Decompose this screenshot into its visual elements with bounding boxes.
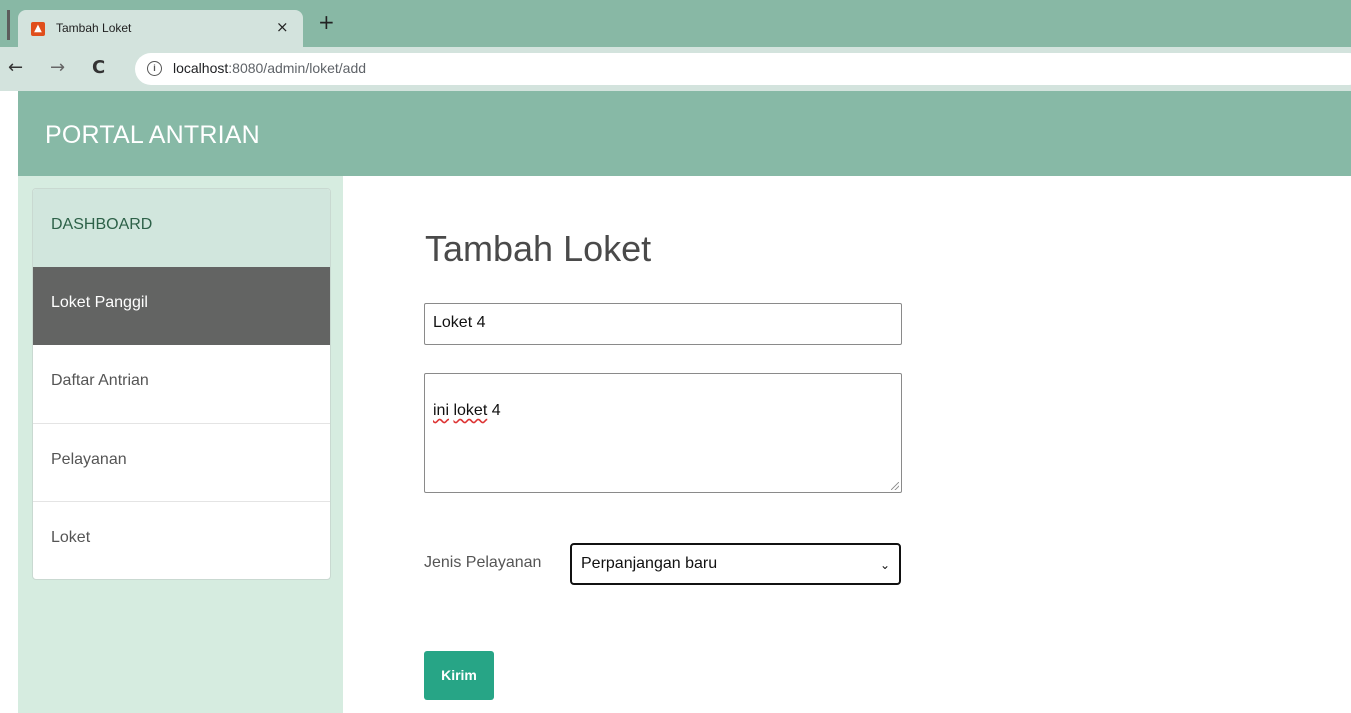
sidebar: DASHBOARD Loket Panggil Daftar Antrian P…	[18, 176, 343, 713]
sidebar-menu: DASHBOARD Loket Panggil Daftar Antrian P…	[32, 188, 331, 580]
url-host: localhost	[173, 60, 229, 76]
chevron-down-icon: ⌄	[879, 558, 890, 572]
window-edge	[7, 10, 10, 40]
new-tab-icon[interactable]: +	[318, 12, 335, 32]
spellcheck-word: loket	[453, 402, 488, 419]
main-content: Tambah Loket Loket 4 ini loket 4 Jenis P…	[343, 176, 1351, 713]
brand-title[interactable]: PORTAL ANTRIAN	[45, 121, 260, 150]
loket-name-input[interactable]: Loket 4	[424, 303, 902, 345]
sidebar-item-loket[interactable]: Loket	[33, 501, 330, 579]
back-arrow-icon[interactable]: ←	[8, 59, 23, 77]
spellcheck-word: ini	[433, 402, 450, 419]
tab-title: Tambah Loket	[56, 21, 132, 35]
submit-button[interactable]: Kirim	[424, 651, 494, 700]
description-text: 4	[487, 402, 501, 419]
sidebar-item-daftar-antrian[interactable]: Daftar Antrian	[33, 345, 330, 423]
app-header: PORTAL ANTRIAN	[18, 91, 1351, 176]
sidebar-item-pelayanan[interactable]: Pelayanan	[33, 423, 330, 501]
url-text: localhost:8080/admin/loket/add	[173, 60, 366, 76]
browser-tab[interactable]: ▲ Tambah Loket ×	[18, 10, 303, 47]
fire-icon: ▲	[31, 22, 45, 36]
loket-description-textarea[interactable]: ini loket 4	[424, 373, 902, 493]
select-value: Perpanjangan baru	[581, 555, 718, 572]
browser-tab-strip: ▲ Tambah Loket × +	[0, 0, 1351, 47]
url-path: :8080/admin/loket/add	[228, 60, 367, 76]
url-field[interactable]: i localhost:8080/admin/loket/add	[135, 53, 1351, 85]
site-info-icon[interactable]: i	[147, 61, 162, 76]
forward-arrow-icon[interactable]: →	[50, 59, 65, 77]
page-title: Tambah Loket	[425, 228, 652, 269]
sidebar-item-loket-panggil[interactable]: Loket Panggil	[33, 267, 330, 345]
jenis-pelayanan-label: Jenis Pelayanan	[424, 554, 542, 571]
close-tab-icon[interactable]: ×	[276, 18, 289, 36]
reload-icon[interactable]: C	[92, 59, 105, 77]
resize-handle-icon[interactable]	[891, 482, 899, 490]
sidebar-item-dashboard[interactable]: DASHBOARD	[33, 189, 330, 267]
jenis-pelayanan-select[interactable]: Perpanjangan baru ⌄	[570, 543, 901, 585]
